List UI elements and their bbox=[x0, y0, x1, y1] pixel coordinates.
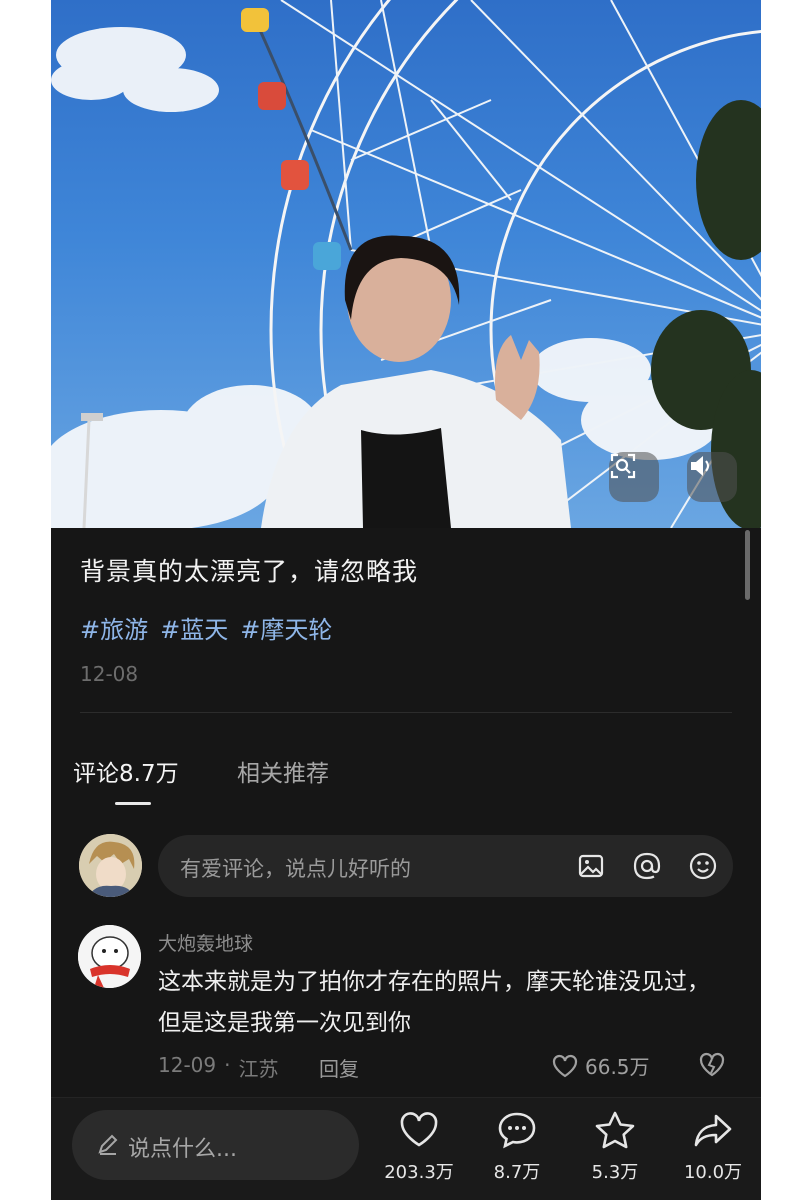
pen-icon bbox=[98, 1134, 118, 1155]
share-count: 10.0万 bbox=[683, 1162, 743, 1183]
scrollbar[interactable] bbox=[745, 530, 750, 600]
image-icon[interactable] bbox=[575, 850, 607, 882]
share-icon bbox=[694, 1114, 732, 1147]
image-search-button[interactable] bbox=[609, 452, 659, 502]
tab-related[interactable]: 相关推荐 bbox=[237, 754, 329, 788]
comment-like-button[interactable]: 66.5万 bbox=[551, 1051, 650, 1080]
avatar-image bbox=[79, 834, 142, 897]
emoji-icon[interactable] bbox=[687, 850, 719, 882]
comment-text: 这本来就是为了拍你才存在的照片，摩天轮谁没见过，但是这是我第一次见到你 bbox=[158, 969, 710, 1036]
lens-icon bbox=[610, 453, 636, 479]
speaker-icon bbox=[691, 456, 709, 476]
post-photo[interactable] bbox=[51, 0, 761, 528]
divider bbox=[80, 712, 732, 713]
tag-ferris-wheel[interactable]: #摩天轮 bbox=[240, 610, 332, 645]
my-avatar[interactable] bbox=[79, 834, 142, 897]
tag-blue-sky[interactable]: #蓝天 bbox=[160, 610, 228, 645]
bottom-bar: 说点什么... 203.3万 8.7万 5.3万 10.0万 bbox=[51, 1097, 761, 1200]
like-button[interactable]: 203.3万 bbox=[374, 1106, 464, 1184]
meta-separator: · bbox=[224, 1053, 231, 1077]
broken-heart-icon bbox=[699, 1052, 725, 1077]
post-tags: #旅游 #蓝天 #摩天轮 bbox=[80, 610, 332, 645]
comment-count: 8.7万 bbox=[493, 1162, 541, 1183]
reply-button[interactable]: 回复 bbox=[319, 1053, 359, 1082]
comment-location: 江苏 bbox=[238, 1057, 279, 1081]
say-something-placeholder: 说点什么... bbox=[128, 1137, 237, 1162]
ferris-wheel-photo bbox=[51, 0, 761, 528]
share-button[interactable]: 10.0万 bbox=[668, 1106, 758, 1184]
avatar-image bbox=[78, 925, 141, 988]
comment-icon bbox=[498, 1112, 536, 1149]
favorite-count: 5.3万 bbox=[591, 1162, 639, 1183]
app-screen: 背景真的太漂亮了，请忽略我 #旅游 #蓝天 #摩天轮 12-08 评论8.7万 … bbox=[51, 0, 761, 1200]
comment-meta: 12-09 · 江苏 bbox=[158, 1053, 278, 1082]
favorite-button[interactable]: 5.3万 bbox=[570, 1106, 660, 1184]
comment-avatar[interactable] bbox=[78, 925, 141, 988]
comment-username[interactable]: 大炮轰地球 bbox=[158, 929, 253, 956]
comment-date: 12-09 bbox=[158, 1053, 217, 1077]
heart-outline-icon bbox=[552, 1054, 578, 1077]
comment-like-count: 66.5万 bbox=[585, 1055, 650, 1079]
sound-button[interactable] bbox=[687, 452, 737, 502]
active-tab-indicator bbox=[115, 802, 151, 805]
comment-button[interactable]: 8.7万 bbox=[472, 1106, 562, 1184]
tag-travel[interactable]: #旅游 bbox=[80, 610, 148, 645]
at-icon[interactable] bbox=[631, 850, 663, 882]
tab-comments[interactable]: 评论8.7万 bbox=[73, 754, 179, 788]
post-date: 12-08 bbox=[80, 662, 139, 686]
say-something-input[interactable]: 说点什么... bbox=[72, 1110, 359, 1180]
comment-input-placeholder: 有爱评论，说点儿好听的 bbox=[180, 857, 411, 881]
comment-input[interactable]: 有爱评论，说点儿好听的 bbox=[158, 835, 733, 897]
post-caption: 背景真的太漂亮了，请忽略我 bbox=[80, 557, 419, 586]
comment-dislike-button[interactable] bbox=[697, 1050, 727, 1082]
star-icon bbox=[595, 1111, 635, 1149]
like-count: 203.3万 bbox=[384, 1162, 454, 1183]
heart-icon bbox=[400, 1112, 438, 1147]
